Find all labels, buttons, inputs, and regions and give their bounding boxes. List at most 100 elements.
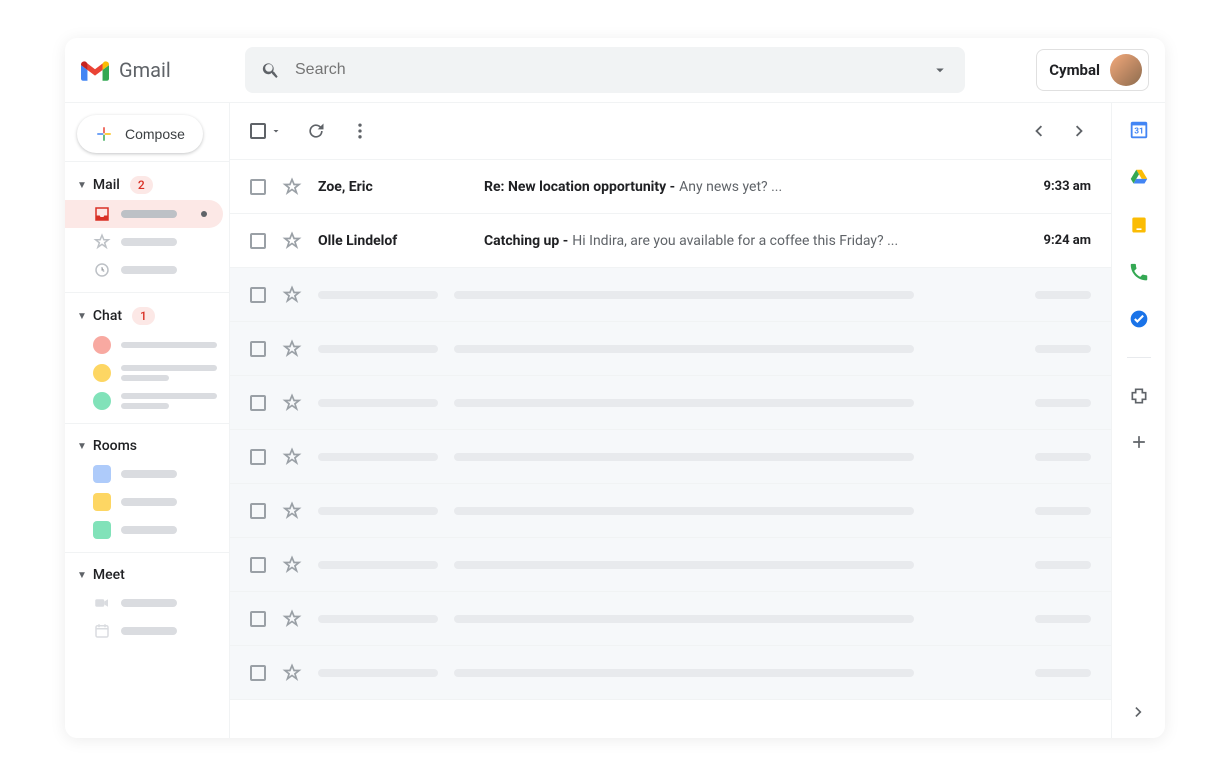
search-input[interactable]	[295, 61, 917, 79]
placeholder-sender	[318, 399, 438, 407]
avatar[interactable]	[1110, 54, 1142, 86]
star-icon[interactable]	[282, 393, 302, 413]
plus-icon[interactable]	[1129, 432, 1149, 452]
checkbox-icon	[250, 123, 266, 139]
star-icon[interactable]	[282, 501, 302, 521]
addons-icon[interactable]	[1129, 386, 1149, 406]
nav-label-placeholder	[121, 498, 177, 506]
star-icon[interactable]	[282, 447, 302, 467]
checkbox-icon[interactable]	[250, 503, 266, 519]
nav-item-snoozed[interactable]	[65, 256, 229, 284]
checkbox-icon[interactable]	[250, 449, 266, 465]
checkbox-icon[interactable]	[250, 179, 266, 195]
chat-item[interactable]	[65, 387, 229, 415]
star-icon[interactable]	[282, 339, 302, 359]
star-icon[interactable]	[282, 555, 302, 575]
calendar-icon[interactable]: 31	[1128, 119, 1150, 141]
placeholder-subject	[454, 615, 914, 623]
body: Compose ▼ Mail 2	[65, 102, 1165, 738]
checkbox-icon[interactable]	[250, 611, 266, 627]
chevron-right-icon[interactable]	[1069, 120, 1091, 142]
checkbox-icon[interactable]	[250, 665, 266, 681]
placeholder-sender	[318, 615, 438, 623]
nav-label-placeholder	[121, 599, 177, 607]
checkbox-icon[interactable]	[250, 557, 266, 573]
keep-icon[interactable]	[1129, 215, 1149, 235]
star-icon	[93, 233, 111, 251]
meet-item-new[interactable]	[65, 589, 229, 617]
nav-item-starred[interactable]	[65, 228, 229, 256]
email-row-placeholder[interactable]	[230, 376, 1111, 430]
refresh-icon[interactable]	[306, 121, 326, 141]
email-row[interactable]: Zoe, Eric Re: New location opportunity -…	[230, 160, 1111, 214]
nav-item-inbox[interactable]	[65, 200, 223, 228]
header-right: Cymbal	[1036, 49, 1149, 91]
placeholder-time	[1035, 453, 1091, 461]
checkbox-icon[interactable]	[250, 341, 266, 357]
section-header-rooms[interactable]: ▼ Rooms	[65, 432, 229, 460]
plus-icon	[95, 125, 113, 143]
sidebar: Compose ▼ Mail 2	[65, 103, 230, 738]
room-item[interactable]	[65, 516, 229, 544]
section-chat: ▼ Chat 1	[65, 292, 229, 423]
drive-icon[interactable]	[1128, 167, 1150, 189]
email-row[interactable]: Olle Lindelof Catching up - Hi Indira, a…	[230, 214, 1111, 268]
checkbox-icon[interactable]	[250, 233, 266, 249]
email-row-placeholder[interactable]	[230, 484, 1111, 538]
email-row-placeholder[interactable]	[230, 592, 1111, 646]
brand-pill[interactable]: Cymbal	[1036, 49, 1149, 91]
caret-down-icon: ▼	[77, 441, 87, 452]
star-icon[interactable]	[282, 231, 302, 251]
placeholder-sender	[318, 561, 438, 569]
rail-divider	[1127, 357, 1151, 358]
room-icon	[93, 465, 111, 483]
placeholder-time	[1035, 561, 1091, 569]
chevron-left-icon[interactable]	[1027, 120, 1049, 142]
tasks-icon[interactable]	[1129, 309, 1149, 329]
chat-item[interactable]	[65, 331, 229, 359]
placeholder-time	[1035, 399, 1091, 407]
section-header-chat[interactable]: ▼ Chat 1	[65, 301, 229, 331]
nav-label-placeholder	[121, 238, 177, 246]
main: Zoe, Eric Re: New location opportunity -…	[230, 103, 1111, 738]
search-bar[interactable]	[245, 47, 965, 93]
meet-item-join[interactable]	[65, 617, 229, 645]
email-row-placeholder[interactable]	[230, 646, 1111, 700]
contacts-icon[interactable]	[1128, 261, 1150, 283]
section-meet: ▼ Meet	[65, 552, 229, 653]
section-header-meet[interactable]: ▼ Meet	[65, 561, 229, 589]
nav-label-placeholder	[121, 210, 177, 218]
chat-item[interactable]	[65, 359, 229, 387]
caret-down-icon	[270, 125, 282, 137]
more-vert-icon[interactable]	[350, 121, 370, 141]
search-options-icon[interactable]	[931, 61, 949, 79]
checkbox-icon[interactable]	[250, 395, 266, 411]
placeholder-subject	[454, 453, 914, 461]
chat-placeholder	[121, 365, 217, 381]
star-icon[interactable]	[282, 285, 302, 305]
email-row-placeholder[interactable]	[230, 322, 1111, 376]
room-item[interactable]	[65, 488, 229, 516]
caret-down-icon: ▼	[77, 311, 87, 322]
email-row-placeholder[interactable]	[230, 538, 1111, 592]
app-window: Gmail Cymbal	[65, 38, 1165, 738]
email-time: 9:24 am	[1021, 233, 1091, 248]
star-icon[interactable]	[282, 663, 302, 683]
nav-label-placeholder	[121, 526, 177, 534]
room-item[interactable]	[65, 460, 229, 488]
star-icon[interactable]	[282, 609, 302, 629]
select-all[interactable]	[250, 123, 282, 139]
section-mail: ▼ Mail 2	[65, 161, 229, 292]
chat-badge: 1	[132, 307, 155, 325]
email-row-placeholder[interactable]	[230, 268, 1111, 322]
compose-button[interactable]: Compose	[77, 115, 203, 153]
star-icon[interactable]	[282, 177, 302, 197]
calendar-blank-icon	[93, 622, 111, 640]
unread-dot-icon	[201, 211, 207, 217]
checkbox-icon[interactable]	[250, 287, 266, 303]
email-row-placeholder[interactable]	[230, 430, 1111, 484]
placeholder-sender	[318, 291, 438, 299]
section-header-mail[interactable]: ▼ Mail 2	[65, 170, 229, 200]
header: Gmail Cymbal	[65, 38, 1165, 102]
chevron-right-icon[interactable]	[1129, 702, 1149, 722]
